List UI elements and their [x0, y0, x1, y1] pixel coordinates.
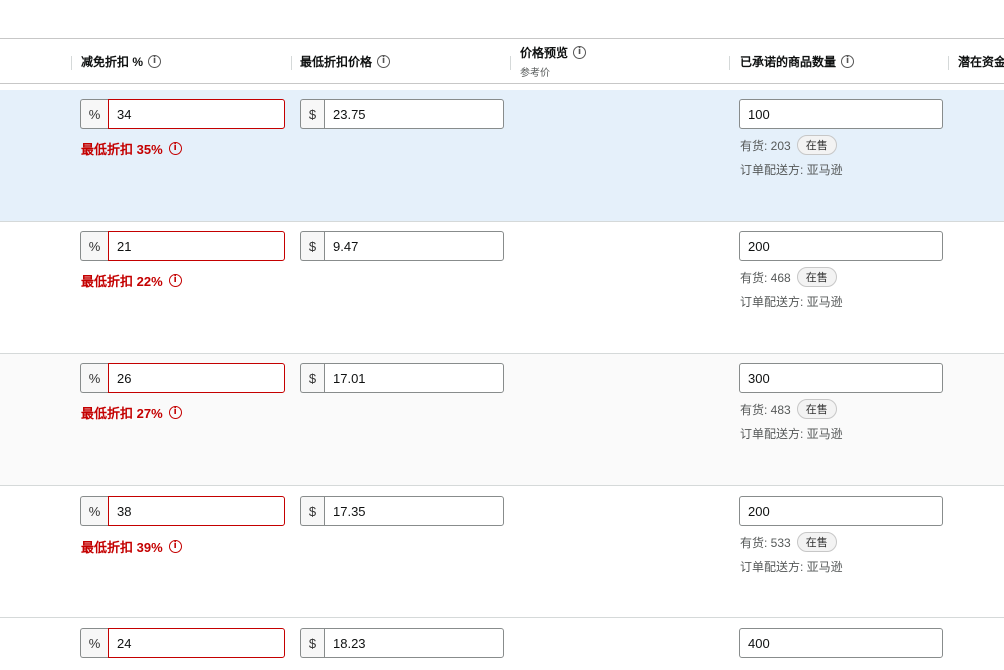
header-discount-label: 减免折扣 %	[81, 55, 144, 69]
min-discount-error: 最低折扣 27% i	[81, 403, 182, 422]
min-discount-error: 最低折扣 35% i	[81, 139, 182, 158]
info-icon[interactable]: i	[377, 55, 391, 68]
quantity-input[interactable]: 400	[739, 628, 943, 658]
min-discount-error-text: 最低折扣 39%	[81, 540, 163, 555]
info-icon[interactable]: i	[573, 46, 587, 59]
price-input[interactable]: 18.23	[324, 628, 504, 658]
price-field: $ 17.35	[300, 496, 504, 526]
price-input[interactable]: 17.01	[324, 363, 504, 393]
info-icon[interactable]: i	[168, 142, 182, 155]
quantity-field: 200	[739, 231, 943, 261]
dollar-prefix: $	[300, 496, 324, 526]
min-discount-error-text: 最低折扣 27%	[81, 406, 163, 421]
percent-prefix: %	[80, 363, 108, 393]
price-input[interactable]: 23.75	[324, 99, 504, 129]
header-preview: 价格预览 i 参考价	[520, 44, 587, 88]
stock-info: 有货: 533 在售	[740, 532, 837, 552]
quantity-input[interactable]: 200	[739, 231, 943, 261]
percent-prefix: %	[80, 496, 108, 526]
header-separator	[510, 56, 511, 70]
stock-text: 有货: 533	[740, 535, 791, 550]
dollar-prefix: $	[300, 628, 324, 658]
table-row: % 21 最低折扣 22% i $ 9.47 200 有货: 468 在售 订单配送…	[0, 222, 1004, 354]
status-badge: 在售	[796, 532, 837, 552]
status-badge: 在售	[796, 399, 837, 419]
header-preview-sub: 参考价	[520, 68, 550, 79]
discount-field: % 24	[80, 628, 285, 658]
fulfilment-text: 订单配送方: 亚马逊	[740, 163, 843, 177]
percent-prefix: %	[80, 231, 108, 261]
table-row: % 24 $ 18.23 400	[0, 619, 1004, 670]
price-input[interactable]: 17.35	[324, 496, 504, 526]
header-preview-label: 价格预览	[520, 46, 569, 60]
fulfilment-text: 订单配送方: 亚马逊	[740, 427, 843, 441]
stock-text: 有货: 468	[740, 270, 791, 285]
header-separator	[729, 56, 730, 70]
status-badge: 在售	[796, 135, 837, 155]
top-blank-area	[0, 0, 1004, 38]
price-field: $ 23.75	[300, 99, 504, 129]
table-row: % 34 最低折扣 35% i $ 23.75 100 有货: 203 在售 订单配…	[0, 90, 1004, 222]
quantity-input[interactable]: 100	[739, 99, 943, 129]
table-row: % 38 最低折扣 39% i $ 17.35 200 有货: 533 在售 订单配…	[0, 486, 1004, 618]
info-icon[interactable]: i	[168, 540, 182, 553]
table-header: 减免折扣 % i 最低折扣价格 i 价格预览 i 参考价 已承诺的商品数量 i 潜在资金	[0, 38, 1004, 84]
stock-info: 有货: 483 在售	[740, 399, 837, 419]
stock-text: 有货: 203	[740, 138, 791, 153]
info-icon[interactable]: i	[168, 274, 182, 287]
percent-prefix: %	[80, 99, 108, 129]
min-discount-error-text: 最低折扣 35%	[81, 142, 163, 157]
discount-input[interactable]: 34	[108, 99, 285, 129]
header-potential-label: 潜在资金	[958, 55, 1004, 69]
header-min-price-label: 最低折扣价格	[300, 55, 373, 69]
price-field: $ 18.23	[300, 628, 504, 658]
stock-info: 有货: 203 在售	[740, 135, 837, 155]
header-separator	[71, 56, 72, 70]
fulfilment-text: 订单配送方: 亚马逊	[740, 560, 843, 574]
quantity-input[interactable]: 300	[739, 363, 943, 393]
min-discount-error: 最低折扣 39% i	[81, 537, 182, 556]
quantity-field: 100	[739, 99, 943, 129]
header-quantity-label: 已承诺的商品数量	[740, 55, 837, 69]
fulfilment-text: 订单配送方: 亚马逊	[740, 295, 843, 309]
discount-input[interactable]: 24	[108, 628, 285, 658]
info-icon[interactable]: i	[841, 55, 855, 68]
min-discount-error: 最低折扣 22% i	[81, 271, 182, 290]
quantity-input[interactable]: 200	[739, 496, 943, 526]
price-field: $ 17.01	[300, 363, 504, 393]
dollar-prefix: $	[300, 231, 324, 261]
quantity-field: 200	[739, 496, 943, 526]
dollar-prefix: $	[300, 363, 324, 393]
price-input[interactable]: 9.47	[324, 231, 504, 261]
stock-info: 有货: 468 在售	[740, 267, 837, 287]
discount-field: % 34	[80, 99, 285, 129]
status-badge: 在售	[796, 267, 837, 287]
header-separator	[291, 56, 292, 70]
discount-input[interactable]: 26	[108, 363, 285, 393]
table-row: % 26 最低折扣 27% i $ 17.01 300 有货: 483 在售 订单配…	[0, 354, 1004, 486]
min-discount-error-text: 最低折扣 22%	[81, 274, 163, 289]
quantity-field: 300	[739, 363, 943, 393]
info-icon[interactable]: i	[168, 406, 182, 419]
discount-field: % 21	[80, 231, 285, 261]
discount-input[interactable]: 21	[108, 231, 285, 261]
discount-field: % 26	[80, 363, 285, 393]
price-field: $ 9.47	[300, 231, 504, 261]
discount-field: % 38	[80, 496, 285, 526]
stock-text: 有货: 483	[740, 402, 791, 417]
percent-prefix: %	[80, 628, 108, 658]
quantity-field: 400	[739, 628, 943, 658]
dollar-prefix: $	[300, 99, 324, 129]
info-icon[interactable]: i	[148, 55, 162, 68]
discount-input[interactable]: 38	[108, 496, 285, 526]
header-separator	[948, 56, 949, 70]
